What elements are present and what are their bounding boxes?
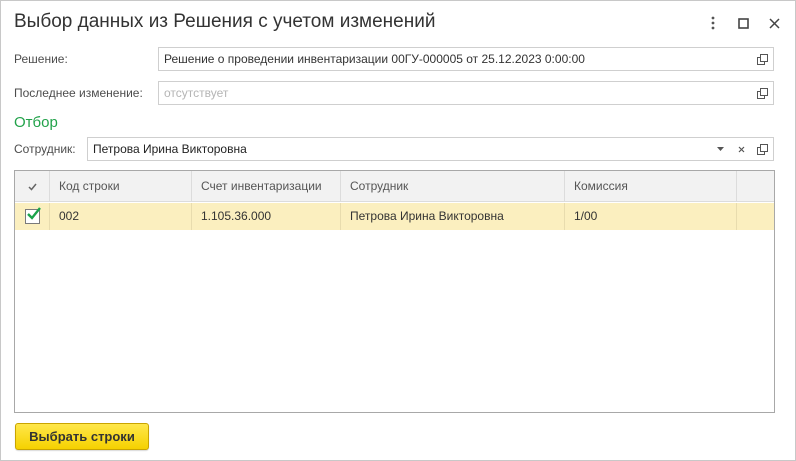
row-checkbox[interactable] — [24, 207, 41, 224]
employee-input[interactable]: Петрова Ирина Викторовна — [87, 137, 711, 161]
clear-icon — [738, 146, 745, 152]
row-code: 002 — [50, 203, 192, 230]
select-rows-button[interactable]: Выбрать строки — [15, 423, 149, 450]
header-code[interactable]: Код строки — [50, 171, 192, 202]
header-commission[interactable]: Комиссия — [565, 171, 737, 202]
window-title: Выбор данных из Решения с учетом изменен… — [14, 11, 436, 32]
dialog-window: Выбор данных из Решения с учетом изменен… — [0, 0, 796, 461]
row-account: 1.105.36.000 — [192, 203, 341, 230]
close-icon — [768, 17, 780, 29]
last-change-field[interactable]: отсутствует — [158, 81, 753, 105]
maximize-button[interactable] — [733, 13, 753, 33]
row-employee: Петрова Ирина Викторовна — [341, 203, 565, 230]
table-row[interactable]: 002 1.105.36.000 Петрова Ирина Викторовн… — [15, 203, 774, 230]
checkmark-icon — [26, 207, 41, 220]
titlebar: Выбор данных из Решения с учетом изменен… — [1, 1, 795, 43]
chevron-down-icon — [717, 146, 724, 151]
close-button[interactable] — [764, 13, 784, 33]
filter-section-title: Отбор — [14, 114, 58, 131]
employee-clear-button[interactable] — [731, 137, 753, 161]
checkmark-icon — [27, 183, 37, 191]
row-commission: 1/00 — [565, 203, 737, 230]
table-header: Код строки Счет инвентаризации Сотрудник… — [15, 171, 774, 202]
decision-open-button[interactable] — [752, 47, 774, 71]
employee-open-button[interactable] — [752, 137, 774, 161]
row-check-cell[interactable] — [15, 203, 50, 230]
header-check-column[interactable] — [15, 171, 50, 202]
last-change-open-button[interactable] — [752, 81, 774, 105]
decision-label: Решение: — [14, 52, 68, 66]
open-form-icon — [757, 53, 768, 65]
header-employee[interactable]: Сотрудник — [341, 171, 565, 202]
employee-dropdown-button[interactable] — [710, 137, 732, 161]
more-button[interactable] — [703, 13, 723, 33]
employee-label: Сотрудник: — [14, 142, 76, 156]
decision-field[interactable]: Решение о проведении инвентаризации 00ГУ… — [158, 47, 753, 71]
more-vertical-icon — [711, 16, 715, 30]
maximize-icon — [737, 17, 749, 29]
open-form-icon — [757, 143, 768, 155]
header-account[interactable]: Счет инвентаризации — [192, 171, 341, 202]
last-change-label: Последнее изменение: — [14, 86, 143, 100]
rows-table[interactable]: Код строки Счет инвентаризации Сотрудник… — [14, 170, 775, 413]
open-form-icon — [757, 87, 768, 99]
